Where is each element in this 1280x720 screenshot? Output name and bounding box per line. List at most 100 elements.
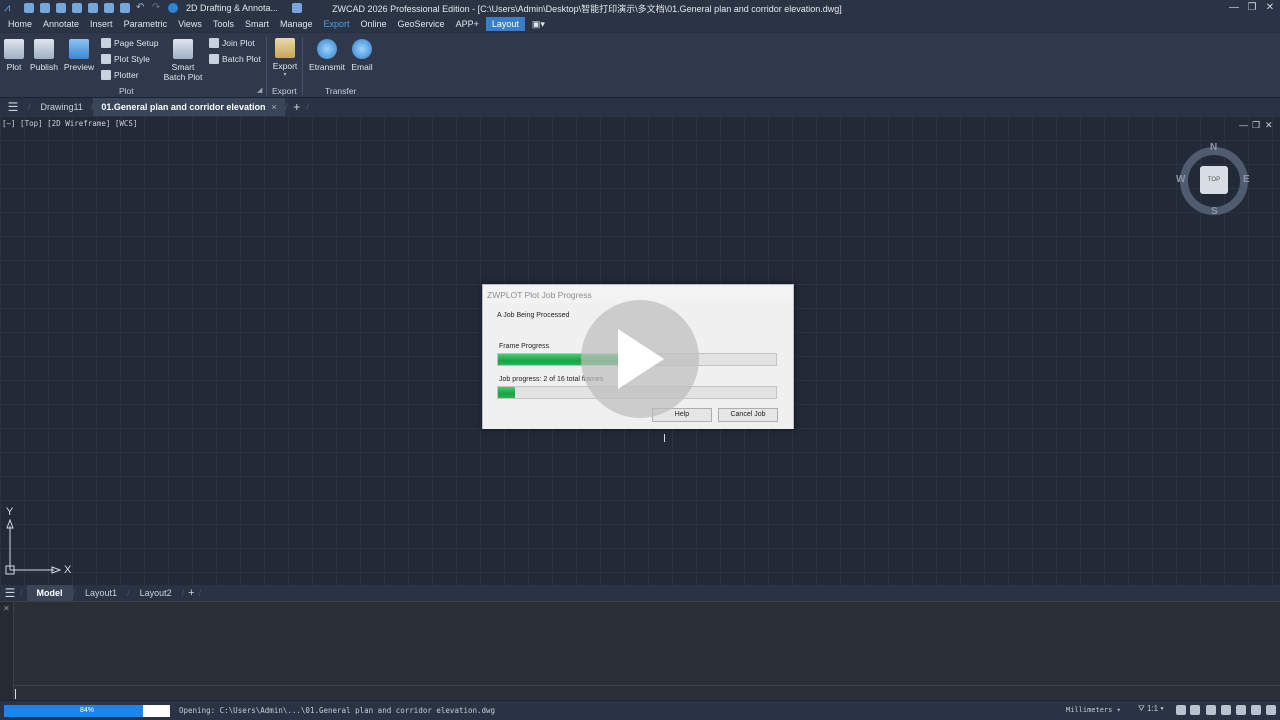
app-logo-icon[interactable]: ⩘	[4, 2, 18, 14]
redo-icon[interactable]: ↷	[152, 3, 162, 13]
plot-label: Plot	[6, 62, 22, 72]
new-file-icon[interactable]	[24, 3, 34, 13]
job-progress-fill	[498, 387, 516, 398]
ribbon-panel: Plot Publish Preview Page Setup Plot Sty…	[0, 32, 1280, 98]
tab-views[interactable]: Views	[174, 17, 206, 31]
close-tab-icon[interactable]: ×	[271, 102, 276, 112]
join-plot-button[interactable]: Join Plot	[209, 38, 255, 48]
batch-plot-label: Batch Plot	[222, 54, 261, 64]
batch-plot-button[interactable]: Batch Plot	[209, 54, 261, 64]
publish-button[interactable]: Publish	[28, 39, 60, 72]
plot-dialog-launcher-icon[interactable]: ◢	[257, 86, 262, 94]
viewport-controls-label[interactable]: [—] [Top] [2D Wireframe] [WCS]	[2, 119, 137, 128]
video-play-button[interactable]	[581, 300, 699, 418]
layout-menu-icon[interactable]: ☰	[0, 586, 20, 600]
etransmit-button[interactable]: Etransmit	[307, 39, 347, 72]
layout-tab-layout2[interactable]: Layout2	[130, 585, 182, 601]
tab-separator: /	[284, 102, 288, 112]
email-button[interactable]: Email	[349, 39, 375, 72]
plot-preview-icon[interactable]	[120, 3, 130, 13]
doc-tab-drawing11[interactable]: Drawing11	[33, 98, 91, 116]
annotation-visibility-icon[interactable]	[1176, 705, 1186, 715]
publish-icon	[34, 39, 54, 59]
tab-geoservice[interactable]: GeoService	[394, 17, 449, 31]
hardware-acceleration-icon[interactable]	[1236, 705, 1246, 715]
viewport-minimize-icon[interactable]: —	[1239, 120, 1248, 130]
close-command-window-icon[interactable]: ✕	[3, 604, 10, 613]
page-setup-button[interactable]: Page Setup	[101, 38, 158, 48]
add-tab-button[interactable]: +	[293, 100, 300, 114]
plot-style-button[interactable]: Plot Style	[101, 54, 150, 64]
export-dropdown-icon[interactable]: ▾	[271, 71, 299, 78]
plot-button[interactable]: Plot	[2, 39, 26, 72]
viewport-close-icon[interactable]: ✕	[1265, 120, 1273, 131]
window-title: ZWCAD 2026 Professional Edition - [C:\Us…	[332, 3, 842, 14]
smart-batch-plot-label-2: Batch Plot	[163, 72, 203, 82]
plot-style-icon	[101, 54, 111, 64]
ribbon-display-toggle-icon[interactable]: ▣▾	[528, 17, 549, 31]
save-icon[interactable]	[56, 3, 66, 13]
globe-icon	[317, 39, 337, 59]
layout-tab-model[interactable]: Model	[26, 585, 73, 601]
hamburger-icon[interactable]: ☰	[0, 100, 26, 114]
isolate-objects-icon[interactable]	[1251, 705, 1261, 715]
tab-manage[interactable]: Manage	[276, 17, 317, 31]
annotation-scale-selector[interactable]: ⛛ 1:1 ▾	[1138, 704, 1164, 714]
print-icon[interactable]	[104, 3, 114, 13]
auto-scale-icon[interactable]	[1190, 705, 1200, 715]
ucs-y-label: Y	[6, 506, 14, 518]
group-label-transfer: Transfer	[325, 86, 357, 96]
tab-smart[interactable]: Smart	[241, 17, 273, 31]
command-input[interactable]	[14, 685, 1280, 701]
layout-tab-layout1[interactable]: Layout1	[75, 585, 127, 601]
open-progress-bar: 84%	[4, 705, 170, 717]
view-cube-top-face[interactable]: TOP	[1200, 166, 1228, 194]
lock-ui-icon[interactable]	[1206, 705, 1216, 715]
annotation-scale-label: 1:1	[1146, 704, 1159, 713]
tab-tools[interactable]: Tools	[209, 17, 238, 31]
add-layout-button[interactable]: +	[188, 587, 194, 599]
compass-west[interactable]: W	[1176, 174, 1185, 185]
email-globe-icon	[352, 39, 372, 59]
group-separator	[302, 37, 303, 95]
text-caret	[15, 689, 16, 699]
viewport-restore-icon[interactable]: ❐	[1252, 120, 1260, 131]
tab-layout[interactable]: Layout	[485, 17, 525, 31]
ucs-icon: Y X	[4, 506, 84, 576]
crosshair-cursor	[664, 434, 665, 442]
view-cube[interactable]: TOP N S E W	[1176, 142, 1251, 218]
tab-parametric[interactable]: Parametric	[120, 17, 172, 31]
tab-export[interactable]: Export	[320, 17, 354, 31]
tab-home[interactable]: Home	[4, 17, 36, 31]
play-icon	[618, 329, 664, 389]
open-progress-percent: 84%	[79, 707, 94, 714]
compass-north[interactable]: N	[1210, 142, 1217, 153]
tab-app-plus[interactable]: APP+	[452, 17, 483, 31]
compass-south[interactable]: S	[1211, 206, 1218, 217]
save-all-icon[interactable]	[88, 3, 98, 13]
tab-annotate[interactable]: Annotate	[39, 17, 83, 31]
export-button[interactable]: Export ▾	[271, 38, 299, 78]
workspace-selector[interactable]: 2D Drafting & Annota...	[186, 3, 278, 13]
compass-east[interactable]: E	[1243, 174, 1250, 185]
tab-online[interactable]: Online	[357, 17, 391, 31]
plotter-button[interactable]: Plotter	[101, 70, 139, 80]
cancel-job-button[interactable]: Cancel Job	[718, 408, 778, 422]
doc-tab-general-plan[interactable]: 01.General plan and corridor elevation ×	[93, 98, 285, 116]
dialog-title: ZWPLOT Plot Job Progress	[487, 290, 592, 300]
tab-insert[interactable]: Insert	[86, 17, 117, 31]
workspace-settings-gear-icon[interactable]	[1221, 705, 1231, 715]
open-file-icon[interactable]	[40, 3, 50, 13]
group-label-export: Export	[272, 86, 297, 96]
close-window-button[interactable]: ✕	[1258, 1, 1280, 15]
save-as-icon[interactable]	[72, 3, 82, 13]
undo-icon[interactable]: ↶	[136, 3, 146, 13]
smart-batch-plot-button[interactable]: Smart Batch Plot	[162, 39, 204, 82]
help-icon[interactable]	[168, 3, 178, 13]
join-plot-icon	[209, 38, 219, 48]
customization-menu-icon[interactable]	[1266, 705, 1276, 715]
quick-access-customize-icon[interactable]	[292, 3, 303, 13]
units-selector[interactable]: Millimeters ▾	[1066, 706, 1121, 714]
command-window-handle[interactable]: ✕	[0, 602, 14, 701]
preview-button[interactable]: Preview	[63, 39, 95, 72]
